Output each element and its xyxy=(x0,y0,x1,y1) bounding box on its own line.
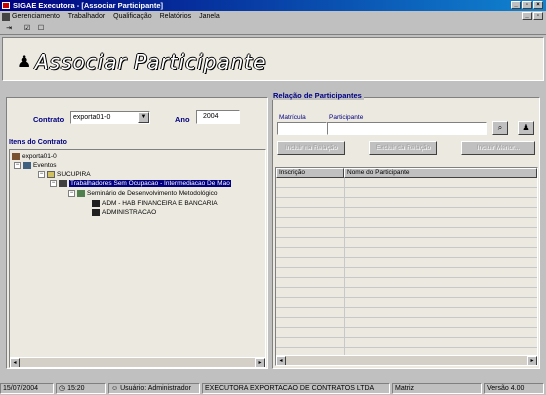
column-header-inscricao[interactable]: Inscrição xyxy=(276,168,344,178)
matricula-field[interactable] xyxy=(277,122,327,135)
tree-node[interactable]: − Trabalhadores Sem Ocupacao - Intermedia… xyxy=(50,179,231,188)
window-controls: _ ▫ × xyxy=(511,1,543,9)
tree-node[interactable]: exporta01-0 xyxy=(12,152,57,161)
excluir-relacao-button[interactable]: Excluir da Relação xyxy=(369,141,437,155)
menu-janela[interactable]: Janela xyxy=(199,13,220,20)
matricula-label: Matrícula xyxy=(279,114,306,121)
incluir-menor-button[interactable]: Incluir Menor... xyxy=(461,141,535,155)
folder-icon xyxy=(47,170,55,178)
tree-node[interactable]: ADMINISTRACAO xyxy=(92,208,156,217)
checkbox-checked-icon[interactable]: ☑ xyxy=(22,24,32,33)
maximize-button[interactable]: ▫ xyxy=(522,1,532,9)
participante-label: Participante xyxy=(329,114,364,121)
status-user: ☺ Usuário: Administrador xyxy=(108,383,200,394)
contrato-value: exporta01-0 xyxy=(73,114,111,121)
minimize-button[interactable]: _ xyxy=(511,1,521,9)
scroll-right-icon[interactable]: ▸ xyxy=(527,356,537,365)
ano-field[interactable]: 2004 xyxy=(196,110,240,124)
status-company: EXECUTORA EXPORTACAO DE CONTRATOS LTDA xyxy=(202,383,390,394)
toolbar: ⇥ ☑ ☐ xyxy=(0,22,546,35)
relacao-title: Relação de Participantes xyxy=(271,91,364,100)
column-divider xyxy=(344,178,345,356)
scroll-right-icon[interactable]: ▸ xyxy=(255,358,265,367)
binoculars-icon[interactable]: ⌕ xyxy=(492,121,508,135)
close-button[interactable]: × xyxy=(533,1,543,9)
seminar-icon xyxy=(77,189,85,197)
collapse-icon[interactable]: − xyxy=(38,170,45,178)
person-lookup-icon[interactable]: ♟ xyxy=(518,121,534,135)
ano-label: Ano xyxy=(175,115,190,124)
table-body xyxy=(276,178,537,356)
page-header: ♟ Associar Participante xyxy=(2,37,544,81)
user-icon: ☺ xyxy=(111,385,121,392)
contract-tree[interactable]: exporta01-0 − Eventos − SUCUPIRA − Trabalha… xyxy=(9,149,266,368)
table-horizontal-scrollbar[interactable]: ◂ ▸ xyxy=(276,355,537,365)
window-title: SIGAE Executora - [Associar Participante… xyxy=(13,1,164,10)
incluir-relacao-button[interactable]: Incluir na Relação xyxy=(277,141,345,155)
status-version: Versão 4.00 xyxy=(484,383,544,394)
contrato-combo[interactable]: exporta01-0 ▼ xyxy=(70,111,150,124)
collapse-icon[interactable]: − xyxy=(68,189,75,197)
menu-trabalhador[interactable]: Trabalhador xyxy=(68,13,106,20)
menu-relatorios[interactable]: Relatórios xyxy=(160,13,192,20)
menu-gerenciamento[interactable]: Gerenciamento xyxy=(12,13,60,20)
participants-table[interactable]: Inscrição Nome do Participante ◂ ▸ xyxy=(275,167,538,366)
window-titlebar: SIGAE Executora - [Associar Participante… xyxy=(0,0,546,11)
person-group-icon xyxy=(92,199,100,207)
status-unit: Matriz xyxy=(392,383,482,394)
table-header: Inscrição Nome do Participante xyxy=(276,168,537,178)
menu-bar: Gerenciamento Trabalhador Qualificação R… xyxy=(0,11,546,22)
person-group-icon xyxy=(92,208,100,216)
document-icon[interactable] xyxy=(2,13,10,21)
tree-node[interactable]: − Eventos xyxy=(14,161,57,170)
scroll-left-icon[interactable]: ◂ xyxy=(10,358,20,367)
tree-node[interactable]: − Seminário de Desenvolvimento Metodológi… xyxy=(68,189,217,198)
clock-icon: ◷ xyxy=(59,385,68,392)
tree-node[interactable]: ADM - HAB FINANCEIRA E BANCARIA xyxy=(92,199,218,208)
status-bar: 15/07/2004 ◷ 15:20 ☺ Usuário: Administra… xyxy=(0,383,546,395)
participants-panel: Matrícula Participante ⌕ ♟ Incluir na Re… xyxy=(272,97,540,369)
scroll-left-icon[interactable]: ◂ xyxy=(276,356,286,365)
menu-qualificacao[interactable]: Qualificação xyxy=(113,13,152,20)
contract-panel: Contrato exporta01-0 ▼ Ano 2004 Itens do… xyxy=(6,97,268,369)
app-icon xyxy=(2,2,10,9)
contract-icon xyxy=(12,152,20,160)
page-title: Associar Participante xyxy=(35,50,267,74)
tree-node[interactable]: − SUCUPIRA xyxy=(38,170,91,179)
child-minimize-button[interactable]: _ xyxy=(522,12,532,20)
status-date: 15/07/2004 xyxy=(0,383,54,394)
checkbox-empty-icon[interactable]: ☐ xyxy=(36,24,46,33)
contrato-label: Contrato xyxy=(33,115,65,124)
status-time: ◷ 15:20 xyxy=(56,383,106,394)
workers-icon xyxy=(59,179,67,187)
itens-contrato-label: Itens do Contrato xyxy=(9,139,67,146)
exit-icon[interactable]: ⇥ xyxy=(4,24,14,33)
tree-horizontal-scrollbar[interactable]: ◂ ▸ xyxy=(10,357,265,367)
chevron-down-icon[interactable]: ▼ xyxy=(138,112,149,123)
events-icon xyxy=(23,161,31,169)
collapse-icon[interactable]: − xyxy=(50,179,57,187)
child-window-controls: _ ▫ xyxy=(522,12,543,20)
column-header-nome[interactable]: Nome do Participante xyxy=(344,168,537,178)
collapse-icon[interactable]: − xyxy=(14,161,21,169)
person-icon: ♟ xyxy=(17,54,32,71)
participante-field[interactable] xyxy=(327,122,487,135)
child-restore-button[interactable]: ▫ xyxy=(533,12,543,20)
